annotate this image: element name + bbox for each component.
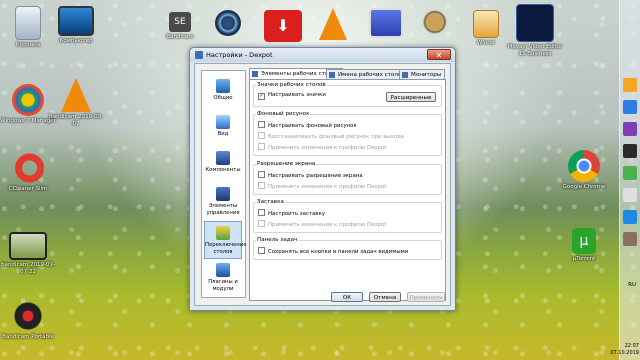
view-icon xyxy=(216,115,230,129)
tab-panel: Значки рабочих столов ✓ Настраивать значк… xyxy=(249,79,446,301)
taskbar-app-7-icon[interactable] xyxy=(623,210,637,224)
desktop-icon-video-file[interactable]: bandicam 2019-09-07 22 xyxy=(0,232,56,276)
monitors-icon xyxy=(402,72,408,78)
taskbar-app-2-icon[interactable] xyxy=(623,100,637,114)
advanced-button[interactable]: Расширенные xyxy=(386,92,436,102)
checkbox-resolution-apply-profile[interactable]: Применить изменения к профилю Dexpot xyxy=(258,182,386,191)
settings-content: Элементы рабочих столов Имена рабочих ст… xyxy=(249,68,446,301)
checkbox-checked-icon: ✓ xyxy=(258,93,265,100)
checkbox-configure-screensaver[interactable]: Настроить заставку xyxy=(258,209,325,218)
plugins-icon xyxy=(216,263,230,277)
clock-time: 22:07 xyxy=(624,343,639,349)
utorrent-icon: µ xyxy=(572,228,596,254)
components-icon xyxy=(216,151,230,165)
cancel-button[interactable]: Отмена xyxy=(369,292,401,302)
se-app-icon: SE xyxy=(169,12,191,32)
vlc-file-icon xyxy=(61,78,91,112)
windows-manager-icon xyxy=(12,84,44,116)
desktop-names-icon xyxy=(329,72,335,78)
ok-button[interactable]: ОК xyxy=(331,292,363,302)
checkbox-restore-wallpaper[interactable]: Восстанавливать фоновый рисунок при выхо… xyxy=(258,132,404,141)
desktop-icon-vlc-file[interactable]: Bandicam 2019-09-07 xyxy=(48,78,104,128)
taskbar-app-4-icon[interactable] xyxy=(623,144,637,158)
title-bar[interactable]: Настройки - Dexpot ✕ xyxy=(190,48,455,62)
dialog-title: Настройки - Dexpot xyxy=(206,51,273,59)
desktop-icon-monitor[interactable] xyxy=(358,8,414,38)
group-taskbar: Панель задач Сохранять все кнопки в пане… xyxy=(253,237,442,260)
dexpot-app-icon xyxy=(195,51,203,59)
vlc-icon xyxy=(319,8,347,40)
desktop-icon-download[interactable]: ⬇ xyxy=(255,10,311,42)
sidebar-item-components[interactable]: Компоненты xyxy=(204,147,242,185)
taskbar: RU 22:07 07.10.2019 xyxy=(610,0,640,360)
desktop-icon-gear[interactable] xyxy=(200,10,256,36)
taskbar-app-3-icon[interactable] xyxy=(623,122,637,136)
clock[interactable]: 22:07 07.10.2019 xyxy=(610,343,639,357)
group-resolution: Разрешение экрана Настраивать разрешение… xyxy=(253,161,442,195)
taskbar-app-5-icon[interactable] xyxy=(623,166,637,180)
general-icon xyxy=(216,79,230,93)
checkbox-configure-icons[interactable]: ✓ Настраивать значки xyxy=(258,92,326,100)
desktop-icon-vlc[interactable] xyxy=(305,8,361,40)
settings-sidebar: Общие Вид Компоненты Элементы управления… xyxy=(201,70,246,298)
checkbox-configure-wallpaper[interactable]: Настраивать фоновый рисунок xyxy=(258,121,357,130)
computer-icon xyxy=(58,6,94,36)
checkbox-screensaver-apply-profile[interactable]: Применить изменения к профилю Dexpot xyxy=(258,220,386,229)
desktop-icon-chrome[interactable]: Google Chrome xyxy=(556,150,612,191)
chrome-icon xyxy=(568,150,600,182)
sidebar-item-controls[interactable]: Элементы управления xyxy=(204,183,242,221)
sidebar-item-general[interactable]: Общие xyxy=(204,75,242,113)
settings-dialog: Настройки - Dexpot ✕ Общие Вид Компонент… xyxy=(189,47,456,311)
gimp-icon xyxy=(422,6,454,38)
desktop-icon-utorrent[interactable]: µ µTorrent xyxy=(556,228,612,263)
desktop-elements-icon xyxy=(252,71,258,77)
movavi-icon xyxy=(516,4,554,42)
desktop-switch-icon xyxy=(216,226,230,240)
recycle-bin-icon xyxy=(15,6,41,40)
monitor-app-icon xyxy=(369,8,403,38)
language-indicator[interactable]: RU xyxy=(628,282,636,288)
checkbox-wallpaper-apply-profile[interactable]: Применить изменения к профилю Dexpot xyxy=(258,143,386,152)
sidebar-item-plugins[interactable]: Плагины и модули xyxy=(204,259,242,297)
ccleaner-icon xyxy=(12,152,44,184)
winrar-icon xyxy=(473,10,499,38)
sidebar-item-desktop-switch[interactable]: Переключение столов xyxy=(204,221,246,259)
group-screensaver: Заставка Настроить заставку Применить из… xyxy=(253,199,442,233)
apply-button[interactable]: Применить xyxy=(407,292,445,302)
video-file-icon xyxy=(9,232,47,260)
group-desktop-icons: Значки рабочих столов ✓ Настраивать значк… xyxy=(253,82,442,107)
checkbox-keep-taskbar-buttons[interactable]: Сохранять все кнопки в панели задач види… xyxy=(258,247,408,256)
gear-app-icon xyxy=(215,10,241,36)
checkbox-configure-resolution[interactable]: Настраивать разрешение экрана xyxy=(258,171,363,180)
desktop-icon-movavi[interactable]: Movavi Video Editor 15 Business xyxy=(505,4,565,58)
desktop-icon-computer[interactable]: Компьютер xyxy=(48,6,104,45)
taskbar-app-1-icon[interactable] xyxy=(623,78,637,92)
close-button[interactable]: ✕ xyxy=(427,49,451,60)
clock-date: 07.10.2019 xyxy=(610,350,639,356)
controls-icon xyxy=(216,187,230,201)
download-app-icon: ⬇ xyxy=(264,10,302,42)
dialog-client: Общие Вид Компоненты Элементы управления… xyxy=(194,63,451,306)
desktop-icon-bandicam[interactable]: Bandicam Portable xyxy=(0,300,56,341)
taskbar-app-8-icon[interactable] xyxy=(623,232,637,246)
desktop-icon-ccleaner[interactable]: CCleaner Slim xyxy=(0,152,56,193)
sidebar-item-view[interactable]: Вид xyxy=(204,111,242,149)
taskbar-app-6-icon[interactable] xyxy=(623,188,637,202)
bandicam-icon xyxy=(12,300,44,332)
group-wallpaper: Фоновый рисунок Настраивать фоновый рису… xyxy=(253,111,442,156)
